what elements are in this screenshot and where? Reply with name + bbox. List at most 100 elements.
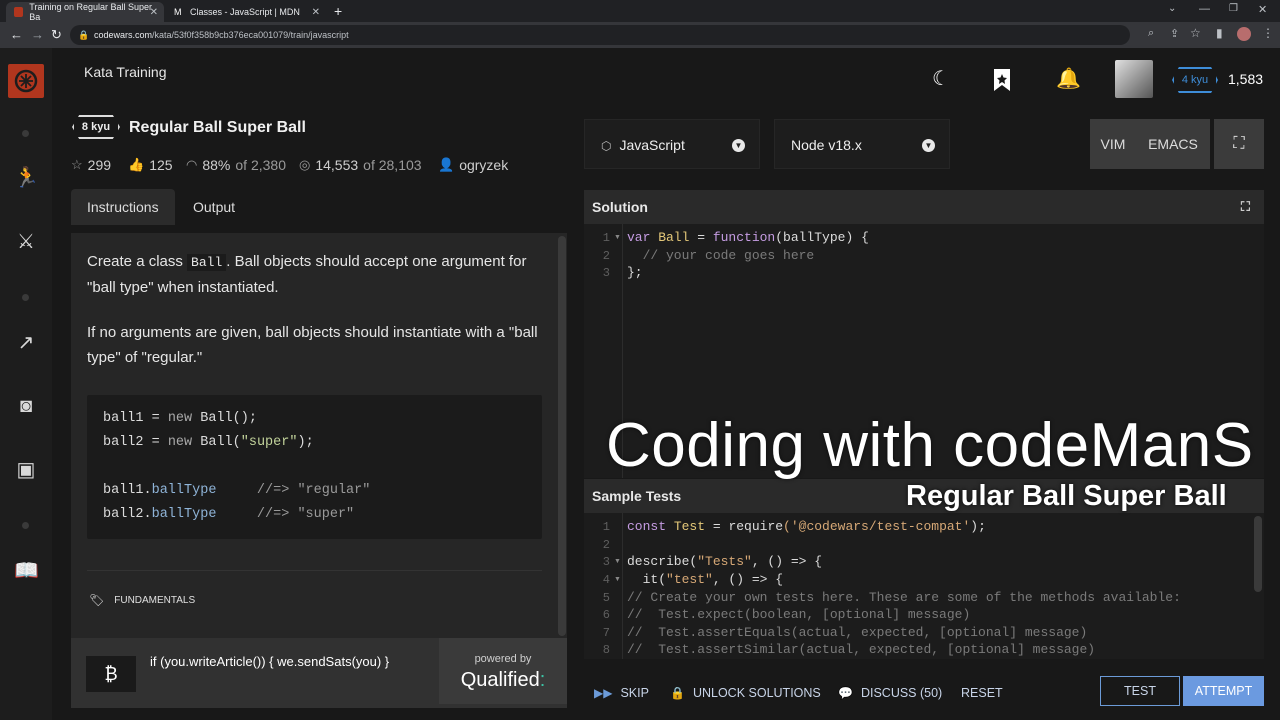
token: const bbox=[627, 519, 667, 534]
address-bar[interactable]: 🔒 codewars.com/kata/53f0f358b9cb376eca00… bbox=[70, 25, 1130, 45]
chat-icon[interactable]: ▣ bbox=[14, 458, 38, 482]
attempt-button[interactable]: ATTEMPT bbox=[1183, 676, 1264, 706]
profile-avatar[interactable] bbox=[1237, 27, 1251, 41]
code-line: // Test.assertEquals(actual, expected, [… bbox=[627, 625, 1088, 640]
instructions-scrollbar[interactable] bbox=[558, 236, 566, 636]
tests-scrollbar[interactable] bbox=[1254, 516, 1262, 592]
zoom-icon[interactable]: ⌕ bbox=[1148, 27, 1154, 40]
close-tab-icon[interactable]: ✕ bbox=[312, 7, 320, 18]
emacs-mode-button[interactable]: EMACS bbox=[1136, 119, 1210, 169]
author-stat[interactable]: 👤 ogryzek bbox=[438, 157, 508, 173]
token: = bbox=[689, 230, 713, 245]
test-button[interactable]: TEST bbox=[1100, 676, 1180, 706]
token: require bbox=[728, 519, 784, 534]
bookmark-star-icon[interactable]: ☆ bbox=[1190, 26, 1201, 40]
discuss-button[interactable]: 💬 DISCUSS (50) bbox=[838, 676, 942, 710]
share-icon[interactable]: ⇪ bbox=[1170, 27, 1179, 40]
fold-arrow-icon[interactable]: ▼ bbox=[614, 234, 621, 241]
runtime-value: Node v18.x bbox=[791, 137, 862, 153]
fold-arrow-icon[interactable]: ▼ bbox=[614, 576, 621, 583]
token: "super" bbox=[240, 435, 298, 450]
solution-header: Solution ⛶ bbox=[584, 190, 1264, 224]
user-icon: 👤 bbox=[438, 157, 455, 172]
code-line: ball1 = new Ball(); bbox=[103, 411, 257, 426]
bookmark-icon[interactable] bbox=[992, 68, 1012, 98]
code-line: var Ball = function(ballType) { bbox=[627, 230, 869, 245]
side-panel-icon[interactable]: ▮ bbox=[1216, 26, 1223, 40]
close-window-icon[interactable]: ✕ bbox=[1258, 3, 1267, 16]
reset-button[interactable]: RESET bbox=[961, 676, 1003, 710]
back-icon[interactable]: ← bbox=[10, 27, 23, 42]
video-overlay-subtitle: Regular Ball Super Ball bbox=[906, 480, 1227, 512]
stars-stat[interactable]: ☆ 299 bbox=[71, 157, 111, 173]
runtime-select[interactable]: Node v18.x ▼ bbox=[774, 119, 950, 169]
token: ball1. bbox=[103, 483, 152, 498]
sample-tests-editor[interactable]: 1 const Test = require('@codewars/test-c… bbox=[584, 513, 1264, 659]
tab-output[interactable]: Output bbox=[177, 189, 251, 225]
dark-mode-moon-icon[interactable]: ☾ bbox=[932, 66, 950, 91]
completed-stat: ◎ 14,553 of 28,103 bbox=[299, 157, 422, 173]
leaderboard-icon[interactable]: ↗ bbox=[14, 331, 38, 355]
codewars-logo[interactable] bbox=[8, 64, 44, 98]
url-domain: codewars.com bbox=[94, 30, 153, 40]
code-line: it("test", () => { bbox=[627, 572, 783, 587]
token: "Tests" bbox=[697, 554, 752, 569]
tab-search-icon[interactable]: ⌄ bbox=[1168, 3, 1176, 14]
action-bar: ▶▶ SKIP 🔒 UNLOCK SOLUTIONS 💬 DISCUSS (50) R… bbox=[584, 676, 1264, 710]
token: ball2 bbox=[103, 435, 144, 450]
token: ballType bbox=[151, 507, 217, 522]
author-name: ogryzek bbox=[459, 157, 509, 173]
completed-count: 14,553 bbox=[315, 157, 359, 173]
instruction-paragraph: If no arguments are given, ball objects … bbox=[87, 324, 538, 366]
tag-fundamentals[interactable]: 🏷 FUNDAMENTALS bbox=[89, 593, 195, 607]
tab-instructions[interactable]: Instructions bbox=[71, 189, 175, 225]
line-number: 5 bbox=[602, 591, 610, 605]
lock-icon: 🔒 bbox=[78, 30, 90, 40]
practice-icon[interactable]: ⚔ bbox=[14, 230, 38, 254]
skip-label: SKIP bbox=[620, 686, 649, 700]
unlock-solutions-button[interactable]: 🔒 UNLOCK SOLUTIONS bbox=[670, 676, 821, 710]
token: Ball( bbox=[192, 435, 241, 450]
discord-icon[interactable]: ◙ bbox=[14, 394, 38, 418]
new-tab-icon[interactable]: + bbox=[334, 3, 342, 19]
restore-icon[interactable]: ❐ bbox=[1229, 3, 1238, 14]
fullscreen-icon[interactable]: ⛶ bbox=[1214, 119, 1264, 169]
reload-icon[interactable]: ↻ bbox=[51, 27, 62, 43]
sidebar-divider bbox=[22, 130, 29, 137]
tab-title: Training on Regular Ball Super Ba bbox=[29, 2, 153, 22]
instruction-paragraph: Create a class Ball. Ball objects should… bbox=[87, 249, 547, 300]
sidebar-divider bbox=[22, 294, 29, 301]
token: = bbox=[143, 435, 168, 450]
user-avatar[interactable] bbox=[1115, 60, 1153, 98]
comments-icon: 💬 bbox=[838, 686, 853, 700]
menu-icon[interactable]: ⋮ bbox=[1262, 26, 1274, 40]
minimize-icon[interactable]: — bbox=[1199, 3, 1210, 15]
docs-book-icon[interactable]: 📖 bbox=[14, 559, 39, 583]
votes-stat[interactable]: 👍 125 bbox=[128, 157, 173, 173]
browser-tab-mdn[interactable]: M Classes - JavaScript | MDN ✕ bbox=[166, 2, 326, 22]
vim-mode-button[interactable]: VIM bbox=[1090, 119, 1136, 169]
code-line: }; bbox=[627, 265, 643, 280]
satisfaction-total: of 2,380 bbox=[235, 157, 286, 173]
skip-button[interactable]: ▶▶ SKIP bbox=[594, 676, 649, 710]
chevron-down-icon: ▼ bbox=[732, 139, 745, 152]
line-number: 4 bbox=[602, 573, 610, 587]
brand-name: Qualified bbox=[460, 669, 540, 691]
sample-tests-label: Sample Tests bbox=[592, 488, 682, 504]
notifications-bell-icon[interactable]: 🔔 bbox=[1056, 66, 1081, 91]
forward-icon[interactable]: → bbox=[31, 27, 44, 42]
code-line: ball1.ballType //=> "regular" bbox=[103, 483, 370, 498]
browser-tab-codewars[interactable]: Training on Regular Ball Super Ba ✕ bbox=[6, 2, 164, 22]
example-code-block: ball1 = new Ball(); ball2 = new Ball("su… bbox=[87, 395, 542, 539]
satisfaction-value: 88% bbox=[202, 157, 231, 173]
training-icon[interactable]: 🏃 bbox=[14, 166, 39, 190]
line-number: 2 bbox=[602, 249, 610, 263]
line-number: 2 bbox=[602, 538, 610, 552]
editor-gutter bbox=[622, 513, 623, 659]
close-tab-icon[interactable]: ✕ bbox=[150, 7, 158, 18]
sidebar: 🏃 ⚔ ↗ ◙ ▣ 📖 bbox=[0, 48, 52, 720]
fold-arrow-icon[interactable]: ▼ bbox=[614, 558, 621, 565]
qualified-ad[interactable]: ₿ if (you.writeArticle()) { we.sendSats(… bbox=[71, 638, 567, 708]
language-select[interactable]: ⬡ JavaScript ▼ bbox=[584, 119, 760, 169]
expand-icon[interactable]: ⛶ bbox=[1241, 190, 1250, 224]
